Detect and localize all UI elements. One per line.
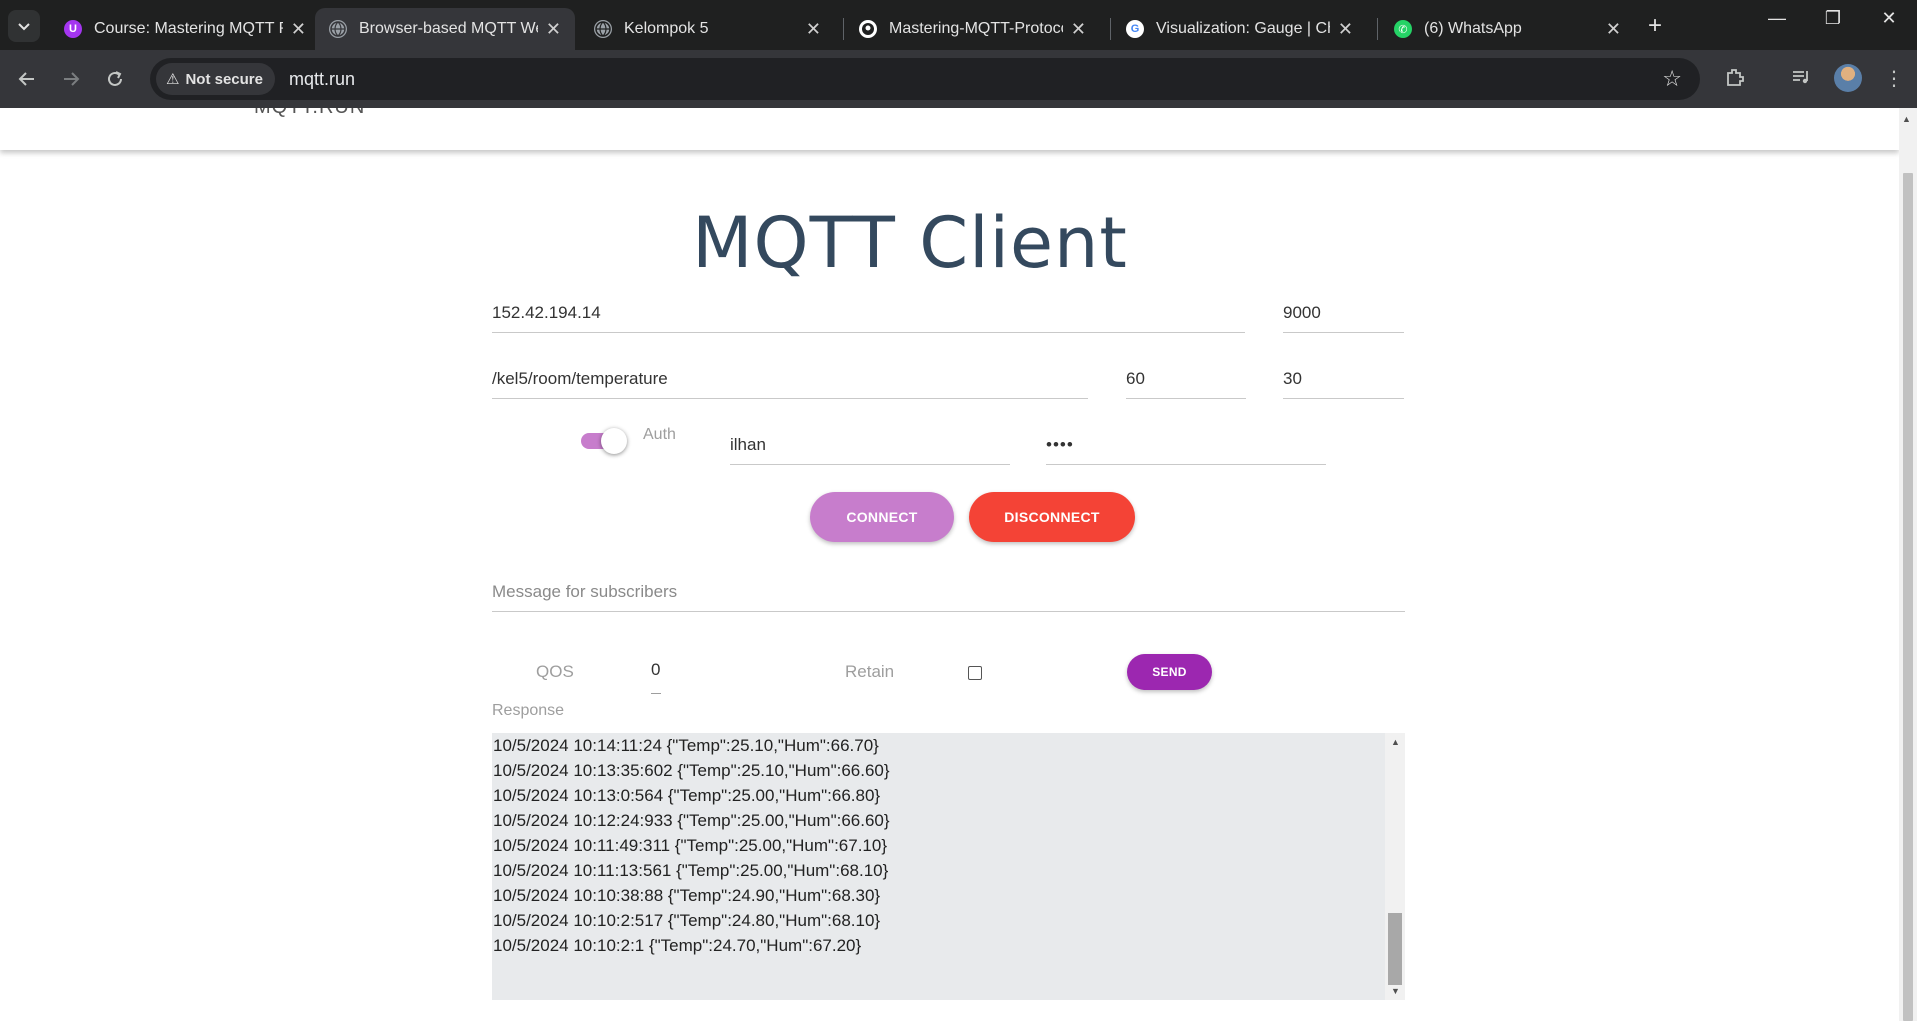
close-icon[interactable]: ✕	[291, 19, 306, 40]
tab-search-button[interactable]	[8, 10, 40, 42]
browser-tabstrip: U Course: Mastering MQTT P ✕ Browser-bas…	[0, 0, 1917, 50]
username-input[interactable]: ilhan	[730, 425, 1010, 465]
response-line: 10/5/2024 10:12:24:933 {"Temp":25.00,"Hu…	[493, 811, 890, 830]
response-line: 10/5/2024 10:11:13:561 {"Temp":25.00,"Hu…	[493, 861, 889, 880]
response-line: 10/5/2024 10:10:2:517 {"Temp":24.80,"Hum…	[493, 911, 881, 930]
site-logo[interactable]: MQTT.RUN	[254, 108, 365, 119]
port-input[interactable]: 9000	[1283, 293, 1404, 333]
response-line: 10/5/2024 10:13:35:602 {"Temp":25.10,"Hu…	[493, 761, 890, 780]
scrollbar-thumb[interactable]	[1388, 913, 1402, 985]
tab-title: Browser-based MQTT Web	[359, 20, 538, 37]
github-icon	[859, 20, 877, 38]
response-line: 10/5/2024 10:14:11:24 {"Temp":25.10,"Hum…	[493, 736, 879, 755]
media-control-icon[interactable]	[1790, 66, 1812, 94]
tab-separator	[1110, 18, 1111, 40]
tab-separator	[843, 18, 844, 40]
tab-title: Mastering-MQTT-Protocol	[889, 20, 1063, 37]
url-text[interactable]: mqtt.run	[289, 69, 355, 90]
tab-title: Visualization: Gauge | Cha	[1156, 20, 1330, 37]
bookmark-star-icon[interactable]: ☆	[1662, 66, 1682, 92]
response-line: 10/5/2024 10:11:49:311 {"Temp":25.00,"Hu…	[493, 836, 888, 855]
response-scrollbar[interactable]: ▲ ▼	[1385, 733, 1405, 1000]
scroll-up-icon[interactable]: ▲	[1391, 737, 1400, 747]
extensions-icon[interactable]	[1724, 66, 1746, 94]
tab-course[interactable]: U Course: Mastering MQTT P ✕	[50, 8, 320, 50]
page-scrollbar[interactable]: ▲	[1899, 108, 1917, 1021]
udemy-icon: U	[64, 20, 82, 38]
browser-toolbar: ⚠ Not secure mqtt.run ☆ ⋮	[0, 50, 1917, 108]
whatsapp-icon: ✆	[1394, 20, 1412, 38]
minimize-icon[interactable]: —	[1757, 8, 1797, 29]
response-label: Response	[492, 702, 565, 719]
reload-icon	[108, 71, 122, 86]
scroll-down-icon[interactable]: ▼	[1391, 986, 1400, 996]
arrow-left-icon	[18, 72, 34, 86]
tab-mqtt-client[interactable]: Browser-based MQTT Web ✕	[315, 8, 575, 50]
qos-label: QOS	[536, 662, 574, 681]
close-icon[interactable]: ✕	[1071, 19, 1086, 40]
tab-kelompok[interactable]: Kelompok 5 ✕	[580, 8, 835, 50]
close-icon[interactable]: ✕	[806, 19, 821, 40]
retain-label: Retain	[845, 662, 895, 681]
chevron-down-icon	[18, 23, 30, 31]
scrollbar-thumb[interactable]	[1903, 173, 1913, 1021]
google-icon: G	[1126, 20, 1144, 38]
message-input[interactable]: Message for subscribers	[492, 572, 1405, 612]
reload-button[interactable]	[100, 64, 130, 94]
arrow-right-icon	[64, 72, 80, 86]
globe-icon	[594, 20, 612, 38]
response-line: 10/5/2024 10:10:38:88 {"Temp":24.90,"Hum…	[493, 886, 881, 905]
response-log: 10/5/2024 10:14:11:24 {"Temp":25.10,"Hum…	[492, 733, 1382, 958]
disconnect-button[interactable]: DISCONNECT	[969, 492, 1135, 542]
retain-checkbox[interactable]	[968, 666, 982, 680]
qos-select[interactable]: 0	[651, 660, 660, 680]
close-icon[interactable]: ✕	[1606, 19, 1621, 40]
send-button[interactable]: SEND	[1127, 654, 1212, 690]
page-title: MQTT Client	[692, 202, 1128, 284]
security-chip[interactable]: ⚠ Not secure	[156, 63, 275, 95]
auth-label: Auth	[643, 426, 676, 443]
host-input[interactable]: 152.42.194.14	[492, 293, 1245, 333]
tab-separator	[1377, 18, 1378, 40]
tab-whatsapp[interactable]: ✆ (6) WhatsApp ✕	[1380, 8, 1635, 50]
keepalive-input[interactable]: 60	[1126, 359, 1246, 399]
auth-toggle[interactable]	[581, 428, 627, 454]
tab-title: Course: Mastering MQTT P	[94, 20, 283, 37]
restore-icon[interactable]: ❐	[1813, 8, 1853, 29]
connect-button[interactable]: CONNECT	[810, 492, 954, 542]
close-icon[interactable]: ✕	[1338, 19, 1353, 40]
forward-button[interactable]	[56, 64, 86, 94]
security-label: Not secure	[185, 70, 263, 88]
toggle-knob	[601, 428, 627, 454]
response-line: 10/5/2024 10:13:0:564 {"Temp":25.00,"Hum…	[493, 786, 881, 805]
tab-visualization[interactable]: G Visualization: Gauge | Cha ✕	[1112, 8, 1367, 50]
globe-icon	[329, 20, 347, 38]
response-line: 10/5/2024 10:10:2:1 {"Temp":24.70,"Hum":…	[493, 936, 862, 955]
new-tab-button[interactable]: +	[1648, 12, 1662, 40]
scroll-up-icon[interactable]: ▲	[1902, 114, 1911, 124]
profile-avatar[interactable]	[1834, 64, 1862, 92]
window-close-icon[interactable]: ✕	[1869, 8, 1909, 29]
back-button[interactable]	[12, 64, 42, 94]
timeout-input[interactable]: 30	[1283, 359, 1404, 399]
response-textarea[interactable]: 10/5/2024 10:14:11:24 {"Temp":25.10,"Hum…	[492, 733, 1405, 1000]
topic-input[interactable]: /kel5/room/temperature	[492, 359, 1088, 399]
menu-kebab-icon[interactable]: ⋮	[1884, 66, 1904, 91]
page-viewport: MQTT.RUN MQTT Client 152.42.194.14 9000 …	[0, 108, 1899, 1021]
qos-underline	[651, 693, 661, 694]
address-bar[interactable]: ⚠ Not secure mqtt.run ☆	[150, 58, 1700, 100]
warning-icon: ⚠	[166, 71, 180, 88]
close-icon[interactable]: ✕	[546, 19, 561, 40]
site-navbar: MQTT.RUN	[0, 108, 1899, 150]
tab-title: Kelompok 5	[624, 20, 709, 37]
tab-title: (6) WhatsApp	[1424, 20, 1522, 37]
tab-github[interactable]: Mastering-MQTT-Protocol ✕	[845, 8, 1100, 50]
password-input[interactable]: ••••	[1046, 425, 1326, 465]
